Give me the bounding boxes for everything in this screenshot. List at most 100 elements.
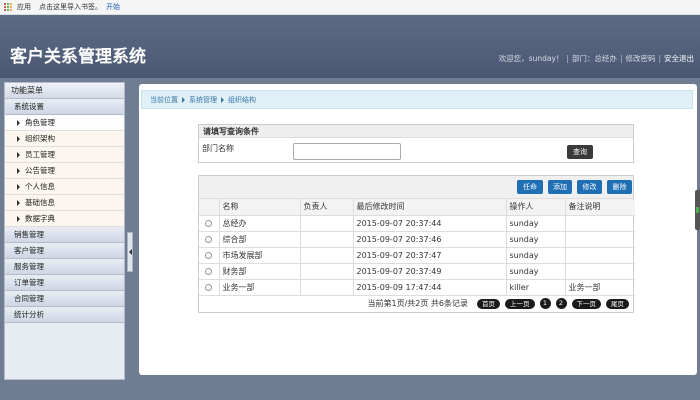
menu-item-label: 公告管理: [25, 165, 55, 175]
header-remark: 备注说明: [565, 199, 635, 216]
department-text: 部门：总经办: [571, 54, 617, 63]
menu-group-orders[interactable]: 订单管理: [5, 275, 124, 291]
cell-manager: [300, 215, 354, 232]
menu-group-contracts[interactable]: 合同管理: [5, 291, 124, 307]
search-button[interactable]: 查询: [567, 145, 593, 159]
dept-name-input[interactable]: [293, 143, 401, 160]
table-row[interactable]: 业务一部 2015-09-09 17:47:44 killer 业务一部: [199, 279, 635, 296]
edit-button[interactable]: 修改: [577, 180, 602, 194]
menu-item-label: 数据字典: [25, 213, 55, 223]
menu-item-employees[interactable]: 员工管理: [5, 147, 124, 163]
divider: |: [566, 54, 569, 63]
menu-group-customers[interactable]: 客户管理: [5, 243, 124, 259]
header-manager: 负责人: [300, 199, 354, 216]
menu-item-org-structure[interactable]: 组织架构: [5, 131, 124, 147]
bookmarks-hint[interactable]: 点击这里导入书签。: [39, 2, 102, 12]
header-operator: 操作人: [506, 199, 566, 216]
divider: |: [619, 54, 623, 63]
menu-item-label: 个人信息: [25, 181, 55, 191]
menu-item-announcements[interactable]: 公告管理: [5, 163, 124, 179]
row-select[interactable]: [199, 231, 220, 248]
cell-operator: killer: [506, 279, 566, 296]
cell-modified: 2015-09-07 20:37:47: [353, 247, 507, 264]
cell-operator: sunday: [506, 263, 566, 280]
radio-button[interactable]: [205, 283, 213, 291]
cell-name: 综合部: [219, 231, 301, 248]
divider: |: [658, 54, 661, 63]
change-password-link[interactable]: 修改密码: [625, 53, 655, 64]
add-button[interactable]: 添加: [548, 180, 572, 194]
dept-name-label: 部门名称: [202, 144, 234, 153]
apps-label[interactable]: 应用: [17, 2, 31, 12]
menu-item-basic-info[interactable]: 基础信息: [5, 195, 124, 211]
cell-modified: 2015-09-09 17:47:44: [353, 279, 507, 296]
menu-item-personal-info[interactable]: 个人信息: [5, 179, 124, 195]
menu-group-system-settings[interactable]: 系统设置: [5, 99, 124, 115]
sidebar-collapse-handle[interactable]: [127, 232, 133, 272]
menu-group-sales[interactable]: 销售管理: [5, 227, 124, 243]
breadcrumb-page: 组织结构: [228, 95, 256, 104]
header-modified: 最后修改时间: [353, 199, 507, 216]
cell-operator: sunday: [506, 247, 566, 264]
table-toolbar: 任命 添加 修改 删除: [199, 176, 633, 199]
menu-item-label: 员工管理: [25, 149, 55, 159]
menu-item-data-dictionary[interactable]: 数据字典: [5, 211, 124, 227]
cell-manager: [300, 247, 354, 264]
chevron-left-icon: [128, 249, 132, 255]
next-page-button[interactable]: 下一页: [571, 298, 601, 309]
table-row[interactable]: 市场发展部 2015-09-07 20:37:47 sunday: [199, 247, 635, 264]
logout-link[interactable]: 安全退出: [664, 53, 694, 64]
menu-item-label: 角色管理: [25, 117, 55, 127]
menu-group-statistics[interactable]: 统计分析: [5, 307, 124, 323]
main-content: 当前位置 系统管理 组织结构 请填写查询条件 部门名称 查询 任命 添加 修改 …: [139, 84, 697, 375]
row-select[interactable]: [199, 263, 220, 280]
breadcrumb-current[interactable]: 当前位置: [150, 95, 178, 105]
table-row[interactable]: 总经办 2015-09-07 20:37:44 sunday: [199, 215, 635, 232]
menu-group-service[interactable]: 服务管理: [5, 259, 124, 275]
app-title: 客户关系管理系统: [10, 47, 146, 67]
page-2-button[interactable]: 2: [555, 298, 567, 309]
cell-name: 市场发展部: [219, 247, 301, 264]
radio-button[interactable]: [205, 251, 213, 259]
menu-item-roles[interactable]: 角色管理: [5, 115, 124, 131]
apps-grid-icon[interactable]: [4, 2, 13, 12]
query-panel-title: 请填写查询条件: [199, 125, 633, 138]
radio-button[interactable]: [205, 219, 213, 227]
triangle-right-icon: [17, 199, 20, 206]
cell-remark: [565, 247, 635, 264]
prev-page-button[interactable]: 上一页: [505, 298, 535, 309]
bookmarks-start-link[interactable]: 开始: [106, 2, 120, 12]
cell-modified: 2015-09-07 20:37:49: [353, 263, 507, 280]
org-table-panel: 任命 添加 修改 删除 名称 负责人 最后修改时间 操作人 备注说明 总经办 2…: [198, 175, 635, 313]
first-page-button[interactable]: 首页: [477, 298, 500, 309]
triangle-right-icon: [17, 119, 20, 126]
pagination-summary: 当前第1页/共2页 共6条记录: [367, 299, 468, 308]
last-page-button[interactable]: 尾页: [606, 298, 629, 309]
cell-remark: [565, 215, 635, 232]
breadcrumb-section[interactable]: 系统管理: [189, 95, 217, 105]
menu-item-label: 组织架构: [25, 133, 55, 143]
radio-button[interactable]: [205, 235, 213, 243]
cell-manager: [300, 263, 354, 280]
table-row[interactable]: 财务部 2015-09-07 20:37:49 sunday: [199, 263, 635, 280]
row-select[interactable]: [199, 279, 220, 296]
radio-button[interactable]: [205, 267, 213, 275]
cell-remark: [565, 263, 635, 280]
appoint-button[interactable]: 任命: [517, 180, 543, 194]
cell-modified: 2015-09-07 20:37:44: [353, 215, 507, 232]
row-select[interactable]: [199, 215, 220, 232]
scroll-edge-tab[interactable]: [695, 190, 700, 230]
header-name: 名称: [219, 199, 301, 216]
row-select[interactable]: [199, 247, 220, 264]
triangle-right-icon: [17, 167, 20, 174]
table-row[interactable]: 综合部 2015-09-07 20:37:46 sunday: [199, 231, 635, 248]
query-panel: 请填写查询条件 部门名称 查询: [198, 124, 634, 163]
triangle-right-icon: [17, 183, 20, 190]
bookmarks-bar: 应用 点击这里导入书签。 开始: [0, 0, 700, 15]
delete-button[interactable]: 删除: [607, 180, 632, 194]
page-1-button[interactable]: 1: [539, 298, 551, 309]
triangle-right-icon: [221, 96, 224, 103]
cell-remark: [565, 231, 635, 248]
welcome-text: 欢迎您，sunday！: [498, 54, 564, 63]
menu-item-label: 基础信息: [25, 197, 55, 207]
